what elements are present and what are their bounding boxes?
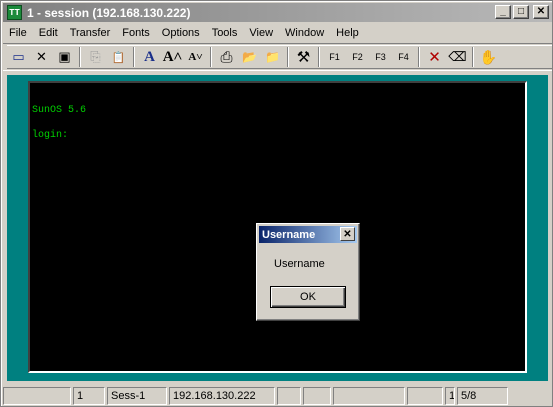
close-button[interactable]: ✕ <box>533 5 549 19</box>
toolbar-separator <box>79 47 81 67</box>
menu-window[interactable]: Window <box>279 27 330 39</box>
application-window: TT 1 - session (192.168.130.222) _ □ ✕ F… <box>0 0 553 407</box>
status-session-number: 1 <box>73 387 105 405</box>
terminal-line: login: <box>32 130 69 141</box>
ok-button[interactable]: OK <box>270 286 346 308</box>
f4-button[interactable]: F4 <box>392 46 415 68</box>
copy-icon[interactable]: ⎘ <box>84 46 107 68</box>
toolbar: ▭ ✕ ▣ ⎘ 📋 A A˄ A˅ ⎙ 📂 📁 ⚒ F1 F2 F3 F4 ✕ … <box>3 43 552 71</box>
toolbar-separator <box>210 47 212 67</box>
status-cell: 1 <box>445 387 455 405</box>
menu-transfer[interactable]: Transfer <box>64 27 117 39</box>
toolbar-separator <box>133 47 135 67</box>
menu-options[interactable]: Options <box>156 27 206 39</box>
open-folder-icon[interactable]: 📂 <box>238 46 261 68</box>
f1-button[interactable]: F1 <box>323 46 346 68</box>
status-bar: 1 Sess-1 192.168.130.222 1 5/8 <box>3 387 552 405</box>
maximize-button[interactable]: □ <box>513 5 529 19</box>
tools-icon[interactable]: ⚒ <box>292 46 315 68</box>
menu-file[interactable]: File <box>3 27 33 39</box>
window-title: 1 - session (192.168.130.222) <box>27 5 191 20</box>
status-cell <box>407 387 443 405</box>
menu-fonts[interactable]: Fonts <box>116 27 156 39</box>
menu-bar: File Edit Transfer Fonts Options Tools V… <box>3 23 552 42</box>
font-icon[interactable]: A <box>138 46 161 68</box>
minimize-button[interactable]: _ <box>495 5 511 19</box>
menu-help[interactable]: Help <box>330 27 365 39</box>
menu-edit[interactable]: Edit <box>33 27 64 39</box>
status-cursor-position: 5/8 <box>457 387 508 405</box>
toolbar-separator <box>318 47 320 67</box>
upload-folder-icon[interactable]: 📁 <box>261 46 284 68</box>
f3-button[interactable]: F3 <box>369 46 392 68</box>
window-controls: _ □ ✕ <box>495 5 549 19</box>
app-icon[interactable]: TT <box>7 5 22 20</box>
terminal-line: SunOS 5.6 <box>32 105 87 116</box>
font-smaller-icon[interactable]: A˅ <box>184 46 207 68</box>
username-dialog: Username ✕ Username OK <box>256 223 360 321</box>
eraser-icon[interactable]: ⌫ <box>446 46 469 68</box>
cancel-icon[interactable]: ✕ <box>423 46 446 68</box>
toolbar-row: ▭ ✕ ▣ ⎘ 📋 A A˄ A˅ ⎙ 📂 📁 ⚒ F1 F2 F3 F4 ✕ … <box>7 45 552 69</box>
title-bar[interactable]: TT 1 - session (192.168.130.222) _ □ ✕ <box>3 3 552 22</box>
toolbar-separator <box>287 47 289 67</box>
dialog-close-button[interactable]: ✕ <box>340 227 355 241</box>
status-cell <box>303 387 331 405</box>
dialog-title-bar[interactable]: Username ✕ <box>259 226 357 243</box>
print-icon[interactable]: ⎙ <box>215 46 238 68</box>
connect-icon[interactable]: ▭ <box>7 46 30 68</box>
terminal-icon[interactable]: ▣ <box>53 46 76 68</box>
menu-tools[interactable]: Tools <box>206 27 244 39</box>
disconnect-icon[interactable]: ✕ <box>30 46 53 68</box>
toolbar-separator <box>418 47 420 67</box>
status-cell <box>277 387 301 405</box>
status-cell <box>333 387 405 405</box>
toolbar-separator <box>472 47 474 67</box>
menu-view[interactable]: View <box>243 27 279 39</box>
dialog-message: Username <box>274 258 325 270</box>
status-cell <box>3 387 71 405</box>
hand-icon[interactable]: ✋ <box>477 46 500 68</box>
status-session-name: Sess-1 <box>107 387 167 405</box>
status-host: 192.168.130.222 <box>169 387 275 405</box>
font-larger-icon[interactable]: A˄ <box>161 46 184 68</box>
dialog-title: Username <box>262 228 316 241</box>
f2-button[interactable]: F2 <box>346 46 369 68</box>
paste-icon[interactable]: 📋 <box>107 46 130 68</box>
